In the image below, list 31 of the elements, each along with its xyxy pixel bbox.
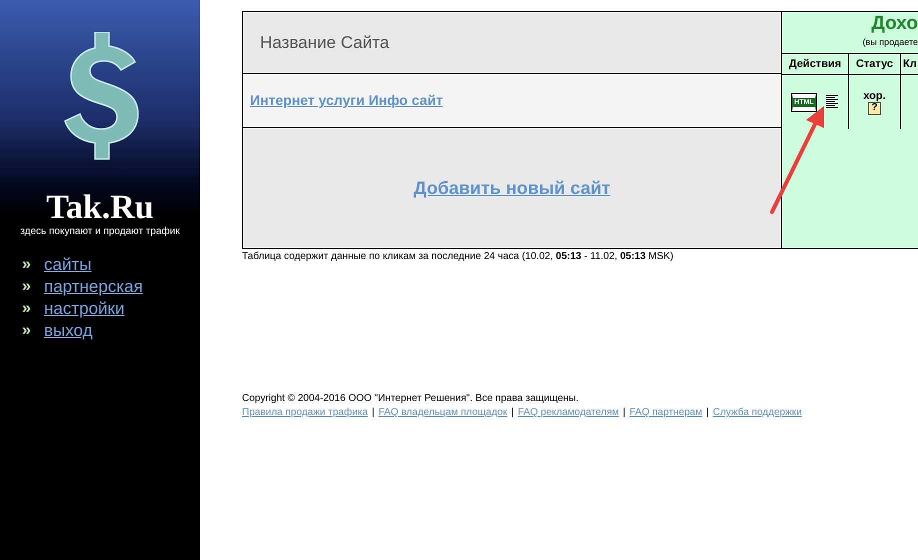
income-title: Дохо — [871, 12, 918, 36]
link-separator: | — [622, 406, 626, 419]
footer-link[interactable]: Служба поддержки — [712, 406, 802, 419]
link-separator: | — [510, 406, 515, 419]
bullet-glyph: » — [22, 277, 32, 297]
footer-link[interactable]: FAQ рекламодателям — [518, 406, 619, 419]
column-heading: Название Сайта — [260, 32, 390, 54]
sidebar-link[interactable]: сайты — [44, 255, 92, 275]
link-separator: | — [370, 406, 376, 419]
table-note: Таблица содержит данные по кликам за последние 24 часа (10.02, 05:13 - 11.02, 05:13 MSK) — [242, 250, 674, 264]
logo-tagline: здесь покупают и продают трафик — [20, 226, 180, 238]
footer-link[interactable]: FAQ владельцам площадок — [378, 406, 508, 419]
help-icon[interactable]: ? — [868, 102, 881, 114]
bullet-glyph: » — [22, 299, 32, 319]
add-site-link[interactable]: Добавить новый сайт — [414, 174, 610, 202]
site-logo: Tak.Ru — [46, 190, 154, 226]
sidebar-link[interactable]: выход — [44, 321, 93, 341]
copyright-text: Copyright © 2004-2016 ООО "Интернет Решения". Все права защищены. — [242, 392, 580, 406]
income-subtitle: (вы продаете — [862, 36, 918, 48]
footer-link[interactable]: FAQ партнерам — [629, 406, 702, 419]
sidebar-link[interactable]: партнерская — [44, 277, 143, 297]
bullet-glyph: » — [22, 321, 32, 341]
sidebar-link[interactable]: настройки — [44, 299, 124, 319]
bullet-glyph: » — [22, 255, 32, 275]
status-text: хор. — [863, 90, 886, 102]
column-header: Действия — [782, 54, 849, 74]
site-link[interactable]: Интернет услуги Инфо сайт — [250, 90, 443, 111]
column-header: Статус — [849, 54, 901, 74]
column-header: Кл — [902, 56, 918, 72]
link-separator: | — [705, 406, 710, 419]
footer-link[interactable]: Правила продажи трафика — [242, 406, 368, 419]
